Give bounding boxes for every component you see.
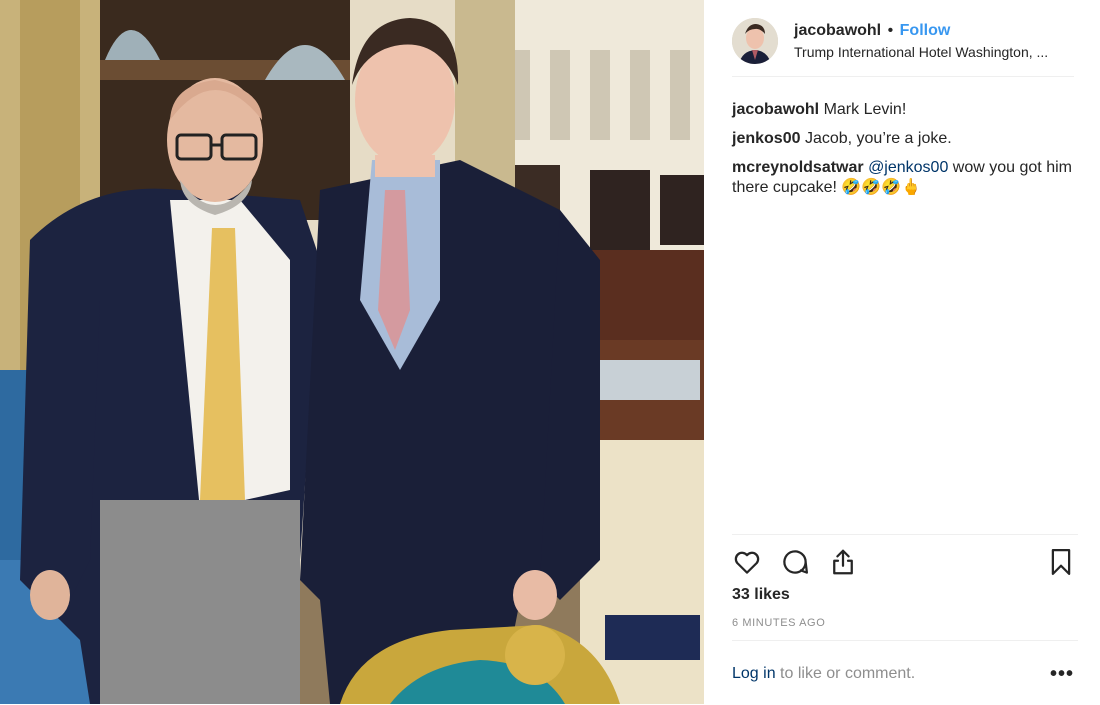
comment-item: jacobawohl Mark Levin!	[732, 100, 1078, 120]
more-options-icon[interactable]: •••	[1050, 663, 1074, 686]
location-link[interactable]: Trump International Hotel Washington, ..…	[794, 44, 1074, 60]
heart-icon[interactable]	[732, 547, 762, 577]
comment-username[interactable]: mcreynoldsatwar	[732, 159, 864, 176]
comment-username[interactable]: jacobawohl	[732, 101, 819, 118]
login-link[interactable]: Log in	[732, 665, 776, 682]
bookmark-icon[interactable]	[1046, 547, 1076, 577]
comment-username[interactable]: jenkos00	[732, 130, 800, 147]
login-footer: Log in to like or comment. •••	[732, 640, 1078, 705]
post-timestamp: 6 MINUTES AGO	[732, 617, 826, 629]
login-prompt: Log in to like or comment.	[732, 665, 915, 683]
comment-text: Jacob, you’re a joke.	[804, 130, 952, 147]
avatar-image	[732, 18, 778, 64]
comment-item: jenkos00 Jacob, you’re a joke.	[732, 129, 1078, 149]
login-suffix: to like or comment.	[775, 665, 916, 682]
separator-dot: •	[887, 22, 894, 39]
share-icon[interactable]	[828, 547, 858, 577]
comment-icon[interactable]	[780, 547, 810, 577]
comment-text: Mark Levin!	[823, 101, 907, 118]
follow-button[interactable]: Follow	[900, 22, 951, 39]
post-photo[interactable]	[0, 0, 704, 704]
mention-link[interactable]: @jenkos00	[868, 159, 948, 176]
post-header: jacobawohl • Follow Trump International …	[732, 14, 1074, 77]
avatar[interactable]	[732, 18, 778, 64]
username-link[interactable]: jacobawohl	[794, 22, 881, 39]
likes-count[interactable]: 33 likes	[732, 586, 790, 604]
instagram-post: jacobawohl • Follow Trump International …	[0, 0, 1100, 704]
comments-list: jacobawohl Mark Levin! jenkos00 Jacob, y…	[732, 100, 1078, 207]
post-side-panel: jacobawohl • Follow Trump International …	[704, 0, 1100, 704]
header-text: jacobawohl • Follow Trump International …	[794, 22, 1079, 60]
comment-item: mcreynoldsatwar @jenkos00 wow you got hi…	[732, 158, 1078, 198]
photo-illustration	[0, 0, 704, 704]
